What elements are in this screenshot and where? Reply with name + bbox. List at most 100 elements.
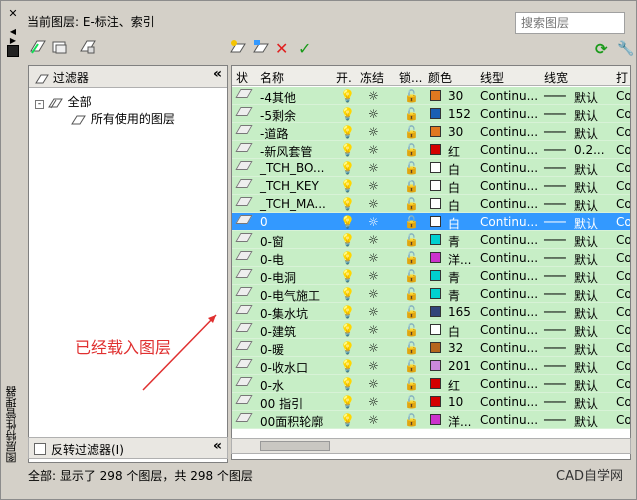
- color-swatch[interactable]: [430, 414, 441, 425]
- bulb-icon[interactable]: 💡: [340, 395, 355, 409]
- sun-icon[interactable]: ☼: [368, 161, 379, 175]
- sun-icon[interactable]: ☼: [368, 413, 379, 427]
- bulb-icon[interactable]: 💡: [340, 125, 355, 139]
- linetype[interactable]: Continu...: [480, 143, 538, 157]
- plot-style[interactable]: Co: [616, 89, 630, 103]
- bulb-icon[interactable]: 💡: [340, 143, 355, 157]
- sun-icon[interactable]: ☼: [368, 377, 379, 391]
- lock-open-icon[interactable]: 🔓: [404, 305, 419, 319]
- layer-row[interactable]: 0-暖 💡 ☼ 🔓 32 Continu... ─── 默认 Co: [232, 339, 630, 358]
- bulb-icon[interactable]: 💡: [340, 215, 355, 229]
- new-property-filter-button[interactable]: [29, 39, 47, 59]
- sun-icon[interactable]: ☼: [368, 107, 379, 121]
- bulb-icon[interactable]: 💡: [340, 161, 355, 175]
- layer-name[interactable]: 0-集水坑: [260, 305, 308, 322]
- color-swatch[interactable]: [430, 306, 441, 317]
- delete-layer-icon[interactable]: ✕: [275, 39, 288, 59]
- lock-open-icon[interactable]: 🔓: [404, 197, 419, 211]
- properties-icon[interactable]: [7, 45, 19, 57]
- lineweight[interactable]: 默认: [574, 395, 598, 412]
- new-group-filter-button[interactable]: [51, 39, 69, 59]
- lineweight[interactable]: 默认: [574, 287, 598, 304]
- layer-name[interactable]: 0-暖: [260, 341, 284, 358]
- color-swatch[interactable]: [430, 216, 441, 227]
- lock-open-icon[interactable]: 🔓: [404, 413, 419, 427]
- plot-style[interactable]: Co: [616, 269, 630, 283]
- bulb-icon[interactable]: 💡: [340, 251, 355, 265]
- linetype[interactable]: Continu...: [480, 251, 538, 265]
- plot-style[interactable]: Co: [616, 233, 630, 247]
- layer-row[interactable]: 00 指引 💡 ☼ 🔓 10 Continu... ─── 默认 Co: [232, 393, 630, 412]
- layer-name[interactable]: _TCH_KEY: [260, 179, 319, 193]
- layer-name[interactable]: 0-电气施工: [260, 287, 320, 304]
- color-swatch[interactable]: [430, 342, 441, 353]
- col-on[interactable]: 开.: [336, 69, 352, 86]
- sun-icon[interactable]: ☼: [368, 251, 379, 265]
- layer-name[interactable]: 0-电洞: [260, 269, 296, 286]
- layer-name[interactable]: -4其他: [260, 89, 296, 106]
- layer-name[interactable]: 0-建筑: [260, 323, 296, 340]
- layer-row[interactable]: 0-水 💡 ☼ 🔓 红 Continu... ─── 默认 Co: [232, 375, 630, 394]
- lineweight[interactable]: 默认: [574, 125, 598, 142]
- layer-row[interactable]: 00面积轮廓 💡 ☼ 🔓 洋... Continu... ─── 默认 Co: [232, 411, 630, 429]
- new-layer-vp-frozen-button[interactable]: [252, 39, 270, 59]
- linetype[interactable]: Continu...: [480, 305, 538, 319]
- linetype[interactable]: Continu...: [480, 161, 538, 175]
- plot-style[interactable]: Co: [616, 377, 630, 391]
- lock-closed-icon[interactable]: 🔒: [404, 179, 419, 193]
- plot-style[interactable]: Co: [616, 395, 630, 409]
- plot-style[interactable]: Co: [616, 413, 630, 427]
- scrollbar-thumb[interactable]: [260, 441, 330, 451]
- linetype[interactable]: Continu...: [480, 359, 538, 373]
- layer-states-manager-button[interactable]: [79, 39, 97, 59]
- sun-icon[interactable]: ☼: [368, 341, 379, 355]
- color-swatch[interactable]: [430, 162, 441, 173]
- col-lineweight[interactable]: 线宽: [544, 69, 568, 86]
- bulb-icon[interactable]: 💡: [340, 89, 355, 103]
- bulb-icon[interactable]: 💡: [340, 323, 355, 337]
- tree-node-used-layers[interactable]: 所有使用的图层: [35, 111, 175, 128]
- linetype[interactable]: Continu...: [480, 269, 538, 283]
- lineweight[interactable]: 默认: [574, 305, 598, 322]
- plot-style[interactable]: Co: [616, 305, 630, 319]
- sun-icon[interactable]: ☼: [368, 197, 379, 211]
- linetype[interactable]: Continu...: [480, 179, 538, 193]
- collapse-filter-panel-icon[interactable]: «: [213, 66, 222, 82]
- refresh-icon[interactable]: ⟳: [595, 39, 608, 59]
- linetype[interactable]: Continu...: [480, 287, 538, 301]
- plot-style[interactable]: Co: [616, 341, 630, 355]
- bulb-icon[interactable]: 💡: [340, 269, 355, 283]
- linetype[interactable]: Continu...: [480, 107, 538, 121]
- layer-row[interactable]: -5剩余 💡 ☼ 🔓 152 Continu... ─── 默认 Co: [232, 105, 630, 124]
- layer-name[interactable]: 0-水: [260, 377, 284, 394]
- close-icon[interactable]: ✕: [6, 7, 20, 20]
- plot-style[interactable]: Co: [616, 197, 630, 211]
- plot-style[interactable]: Co: [616, 287, 630, 301]
- lock-open-icon[interactable]: 🔓: [404, 377, 419, 391]
- layer-row[interactable]: _TCH_BO... 💡 ☼ 🔓 白 Continu... ─── 默认 Co: [232, 159, 630, 177]
- col-lock[interactable]: 锁...: [399, 69, 422, 86]
- bulb-icon[interactable]: 💡: [340, 413, 355, 427]
- bulb-icon[interactable]: 💡: [340, 305, 355, 319]
- linetype[interactable]: Continu...: [480, 395, 538, 409]
- plot-style[interactable]: Co: [616, 359, 630, 373]
- layer-row[interactable]: _TCH_MA... 💡 ☼ 🔓 白 Continu... ─── 默认 Co: [232, 195, 630, 213]
- bulb-icon[interactable]: 💡: [340, 179, 355, 193]
- layer-row[interactable]: 0-电洞 💡 ☼ 🔓 青 Continu... ─── 默认 Co: [232, 267, 630, 286]
- plot-style[interactable]: Co: [616, 125, 630, 139]
- layer-name[interactable]: 00 指引: [260, 395, 303, 412]
- layer-row[interactable]: -道路 💡 ☼ 🔓 30 Continu... ─── 默认 Co: [232, 123, 630, 142]
- sun-icon[interactable]: ☼: [368, 323, 379, 337]
- sun-icon[interactable]: ☼: [368, 359, 379, 373]
- color-swatch[interactable]: [430, 288, 441, 299]
- lock-open-icon[interactable]: 🔓: [404, 233, 419, 247]
- lineweight[interactable]: 默认: [574, 107, 598, 124]
- layer-name[interactable]: 0-电: [260, 251, 284, 268]
- sun-icon[interactable]: ☼: [368, 125, 379, 139]
- color-swatch[interactable]: [430, 90, 441, 101]
- sun-icon[interactable]: ☼: [368, 287, 379, 301]
- bulb-icon[interactable]: 💡: [340, 287, 355, 301]
- color-swatch[interactable]: [430, 396, 441, 407]
- color-swatch[interactable]: [430, 324, 441, 335]
- bulb-icon[interactable]: 💡: [340, 107, 355, 121]
